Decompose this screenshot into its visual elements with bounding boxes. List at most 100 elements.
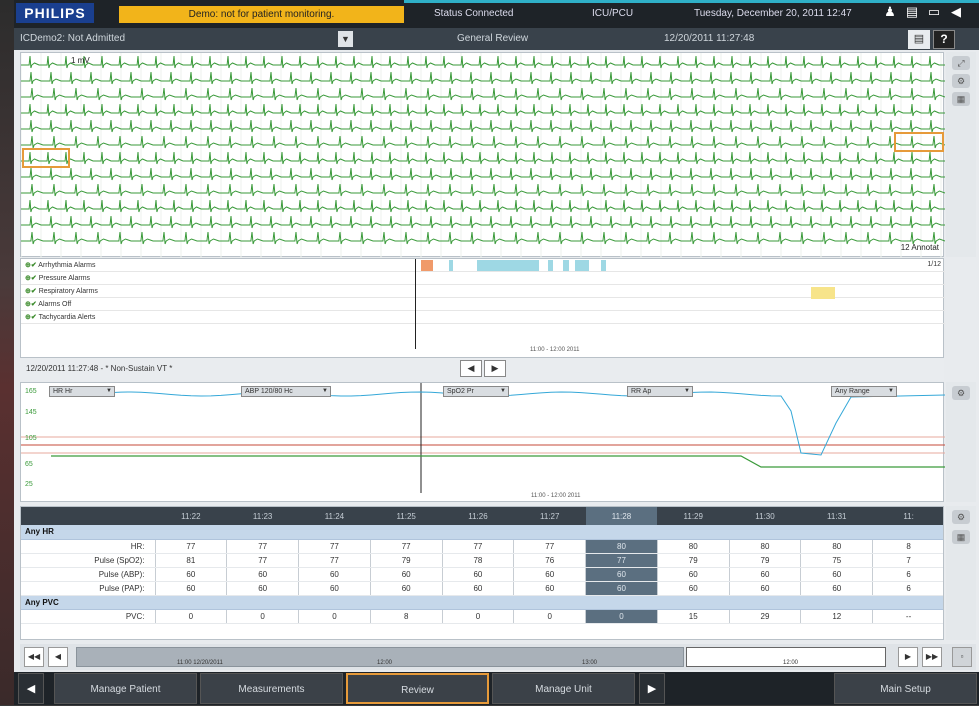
alarm-event-marker[interactable] [601,260,606,271]
table-cell: 8 [872,539,943,554]
spo2-scale-dropdown[interactable]: SpO2 Pr [443,386,509,397]
layout-icon[interactable]: ▦ [952,92,970,106]
table-row[interactable]: Pulse (SpO2): 81 77 77 79 78 76 77 79 79 75 7 [21,553,943,568]
vitals-table[interactable]: 11:22 11:23 11:24 11:25 11:26 11:27 11:28 11:29… [20,506,944,640]
table-time-header[interactable]: 11:24 [298,507,371,525]
abp-scale-dropdown[interactable]: ABP 120/80 Hc [241,386,331,397]
nav-left-arrow[interactable]: ◀ [18,673,44,704]
trend-tick: 25 [25,481,33,488]
alarm-event-marker[interactable] [421,260,433,271]
table-time-header[interactable]: 11:27 [513,507,586,525]
table-group-row[interactable]: Any PVC [21,595,943,610]
alarm-timeline-panel[interactable]: ⊕✔ Arrhythmia Alarms 1/12 ⊕✔ Pressure Ala… [20,258,945,358]
event-highlight-box [894,132,944,152]
table-time-header[interactable]: 11:28 [585,507,658,525]
table-cell: 77 [155,539,228,554]
table-row[interactable]: HR: 77 77 77 77 77 77 80 80 80 80 8 [21,539,943,554]
fast-forward-button[interactable]: ▶▶ [922,647,942,667]
table-side-toolbar: ⚙ ▦ [946,506,976,640]
table-time-header[interactable]: 11:30 [729,507,801,525]
nav-right-arrow[interactable]: ▶ [639,673,665,704]
table-time-header[interactable]: 11: [872,507,943,525]
alarm-event-marker[interactable] [477,260,539,271]
settings-icon[interactable]: ⚙ [952,74,970,88]
table-cell: 60 [155,581,228,596]
table-header-blank [21,507,155,525]
table-cell: 81 [155,553,228,568]
range-dropdown[interactable]: Any Range [831,386,897,397]
trend-tick: 65 [25,461,33,468]
timeline-viewport[interactable]: 12:00 [686,647,886,667]
alarm-event-marker[interactable] [548,260,553,271]
settings-icon[interactable]: ⚙ [952,386,970,400]
alarm-row[interactable]: ⊕✔ Tachycardia Alerts [21,311,945,324]
manage-unit-button[interactable]: Manage Unit [492,673,635,704]
alarm-row[interactable]: ⊕✔ Pressure Alarms [21,272,945,285]
table-time-header[interactable]: 11:29 [657,507,730,525]
zoom-icon[interactable]: ⤢ [952,56,970,70]
top-status-bar: PHILIPS Demo: not for patient monitoring… [14,0,979,28]
table-cell: 77 [298,553,371,568]
ecg-strip [21,87,945,101]
event-selector[interactable]: 12/20/2011 11:27:48 - * Non-Sustain VT * [26,364,172,373]
table-cell: 60 [585,581,658,596]
rewind-button[interactable]: ◀◀ [24,647,44,667]
table-cell: 60 [657,567,730,582]
alarm-event-marker[interactable] [449,260,453,271]
alarm-row[interactable]: ⊕✔ Respiratory Alarms [21,285,945,298]
alarm-row-label: ⊕✔ Arrhythmia Alarms [25,262,96,269]
table-group-row[interactable]: Any HR [21,525,943,540]
layout-icon[interactable]: ▦ [952,530,970,544]
table-cell: 12 [800,609,874,624]
table-row[interactable]: Pulse (PAP): 60 60 60 60 60 60 60 60 60 60 6 [21,581,943,596]
step-forward-button[interactable]: ▶ [898,647,918,667]
table-cell: 15 [657,609,730,624]
alarm-event-marker[interactable] [575,260,589,271]
trend-panel[interactable]: 165 145 105 65 25 HR Hr ABP 120/80 Hc Sp… [20,382,945,502]
table-time-header[interactable]: 11:31 [800,507,873,525]
table-cell: 60 [729,567,802,582]
patient-dropdown-button[interactable]: ▼ [338,31,353,47]
alarm-row[interactable]: ⊕✔ Alarms Off [21,298,945,311]
previous-event-button[interactable]: ◀ [460,360,482,377]
table-cell: 6 [872,581,943,596]
alarm-row-label: ⊕✔ Pressure Alarms [25,275,91,282]
settings-icon[interactable]: ⚙ [952,510,970,524]
table-time-header[interactable]: 11:23 [226,507,299,525]
table-time-header[interactable]: 11:22 [155,507,227,525]
ecg-strip [21,231,945,245]
rr-scale-dropdown[interactable]: RR Ap [627,386,693,397]
main-setup-button[interactable]: Main Setup [834,673,977,704]
printer-icon[interactable]: ▤ [904,4,920,20]
table-time-header[interactable]: 11:26 [442,507,514,525]
alarm-event-marker[interactable] [811,287,835,299]
table-cell: 60 [442,581,515,596]
table-cell: 0 [226,609,300,624]
ecg-waveform-panel[interactable]: 1 mV 12 Annotat [20,52,945,258]
manage-patient-button[interactable]: Manage Patient [54,673,197,704]
print-button[interactable]: ▤ [908,30,930,49]
step-back-button[interactable]: ◀ [48,647,68,667]
help-button[interactable]: ? [933,30,955,49]
next-event-button[interactable]: ▶ [484,360,506,377]
speaker-icon[interactable]: ◀ [948,4,964,20]
timeline-scroller: ◀◀ ◀ 11:00 12/20/2011 12:00 13:00 12:00 … [20,644,976,670]
table-cell: 60 [370,581,443,596]
photo-frame: PHILIPS Demo: not for patient monitoring… [0,0,979,705]
ecg-strip [21,183,945,197]
table-row[interactable]: Pulse (ABP): 60 60 60 60 60 60 60 60 60 60 6 [21,567,943,582]
time-cursor[interactable] [415,259,416,349]
measurements-button[interactable]: Measurements [200,673,343,704]
ecg-strip [21,119,945,133]
table-row[interactable]: PVC: 0 0 0 8 0 0 0 15 29 12 -- [21,609,943,624]
timeline-menu-button[interactable]: ▫ [952,647,972,667]
staff-icon[interactable]: ♟ [882,4,898,20]
timeline-track[interactable]: 11:00 12/20/2011 12:00 13:00 [76,647,684,667]
trend-time-label: 11:00 - 12:00 2011 [531,493,581,499]
alarm-event-marker[interactable] [563,260,569,271]
review-title: General Review [457,33,529,44]
review-button[interactable]: Review [346,673,489,704]
table-time-header[interactable]: 11:25 [370,507,443,525]
table-cell: 60 [513,567,587,582]
hr-scale-dropdown[interactable]: HR Hr [49,386,115,397]
